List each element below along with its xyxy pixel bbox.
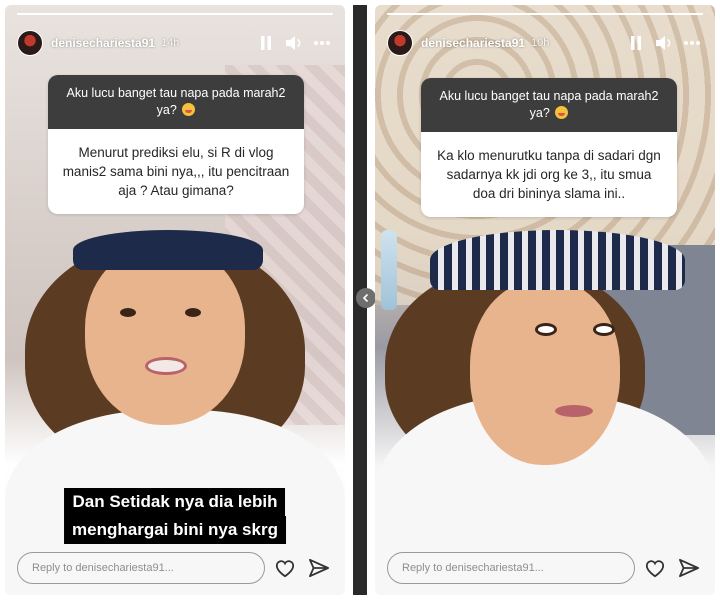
avatar[interactable] [17, 30, 43, 56]
time-ago: 14h [161, 37, 180, 49]
caption-line-1: Dan Setidak nya dia lebih [64, 488, 286, 516]
question-answer: Menurut prediksi elu, si R di vlog manis… [48, 129, 304, 214]
question-answer: Ka klo menurutku tanpa di sadari dgn sad… [421, 132, 677, 217]
pause-icon[interactable] [255, 32, 277, 54]
story-caption: Dan Setidak nya dia lebih menghargai bin… [64, 488, 286, 544]
heart-icon[interactable] [641, 554, 669, 582]
reply-bar: Reply to denisechariesta91... [387, 551, 703, 585]
zany-face-emoji-icon [555, 106, 569, 119]
story-progress-bar [17, 13, 333, 15]
avatar[interactable] [387, 30, 413, 56]
heart-icon[interactable] [271, 554, 299, 582]
zany-face-emoji-icon [182, 103, 196, 116]
speaker-icon[interactable] [283, 32, 305, 54]
background-bottle [381, 230, 397, 310]
more-icon[interactable] [681, 32, 703, 54]
reply-input[interactable]: Reply to denisechariesta91... [387, 552, 635, 584]
question-prompt-text: Aku lucu banget tau napa pada marah2 ya? [66, 86, 286, 117]
story-progress-fill [387, 13, 703, 15]
caption-line-2: menghargai bini nya skrg [64, 516, 286, 544]
send-icon[interactable] [305, 554, 333, 582]
chevron-left-icon[interactable] [356, 288, 376, 308]
username[interactable]: denisechariesta91 [51, 36, 155, 50]
story-panel-left[interactable]: denisechariesta91 14h Aku lucu banget ta… [5, 5, 345, 595]
question-prompt-text: Aku lucu banget tau napa pada marah2 ya? [439, 89, 659, 120]
question-prompt: Aku lucu banget tau napa pada marah2 ya? [421, 78, 677, 132]
story-progress-bar [387, 13, 703, 15]
question-sticker: Aku lucu banget tau napa pada marah2 ya?… [48, 75, 304, 214]
send-icon[interactable] [675, 554, 703, 582]
question-sticker: Aku lucu banget tau napa pada marah2 ya?… [421, 78, 677, 217]
story-progress-fill [17, 13, 333, 15]
speaker-icon[interactable] [653, 32, 675, 54]
time-ago: 10h [531, 37, 550, 49]
pause-icon[interactable] [625, 32, 647, 54]
more-icon[interactable] [311, 32, 333, 54]
question-prompt: Aku lucu banget tau napa pada marah2 ya? [48, 75, 304, 129]
story-header: denisechariesta91 10h [387, 29, 703, 57]
story-header: denisechariesta91 14h [17, 29, 333, 57]
story-panel-right[interactable]: denisechariesta91 10h Aku lucu banget ta… [375, 5, 715, 595]
username[interactable]: denisechariesta91 [421, 36, 525, 50]
reply-input[interactable]: Reply to denisechariesta91... [17, 552, 265, 584]
reply-bar: Reply to denisechariesta91... [17, 551, 333, 585]
